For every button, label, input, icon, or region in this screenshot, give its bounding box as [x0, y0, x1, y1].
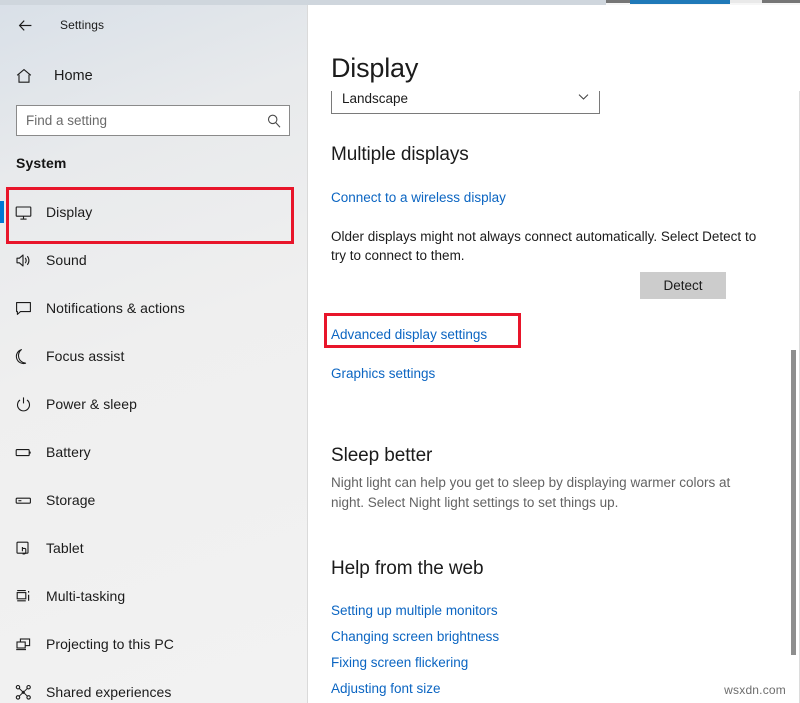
- detect-button[interactable]: Detect: [640, 272, 726, 299]
- sidebar-item-label: Shared experiences: [46, 684, 172, 700]
- sidebar-item-label: Display: [46, 204, 93, 220]
- power-icon: [0, 395, 46, 414]
- scrollbar-track[interactable]: [786, 5, 800, 703]
- link-advanced-display-settings[interactable]: Advanced display settings: [331, 327, 487, 342]
- sidebar-item-focus-assist[interactable]: Focus assist: [0, 332, 308, 380]
- sidebar-item-projecting[interactable]: Projecting to this PC: [0, 620, 308, 668]
- sidebar-item-storage[interactable]: Storage: [0, 476, 308, 524]
- link-connect-wireless-display[interactable]: Connect to a wireless display: [331, 190, 506, 205]
- back-arrow-icon: [18, 19, 31, 31]
- share-nodes-icon: [0, 683, 46, 702]
- desktop-strip-right: [762, 0, 800, 3]
- sidebar-item-label: Projecting to this PC: [46, 636, 174, 652]
- sidebar-item-label: Tablet: [46, 540, 84, 556]
- scrollable-panel: Landscape Display Multiple displays Conn…: [308, 5, 800, 703]
- sleep-better-description: Night light can help you get to sleep by…: [331, 475, 731, 510]
- sidebar-item-label: Focus assist: [46, 348, 125, 364]
- search-box[interactable]: [16, 105, 290, 136]
- moon-icon: [0, 347, 46, 366]
- settings-window: Settings Home Find a setting System Disp…: [0, 0, 800, 703]
- link-fixing-screen-flickering[interactable]: Fixing screen flickering: [331, 655, 468, 670]
- sidebar-header: Settings: [0, 5, 308, 45]
- desktop-strip-active-tab: [630, 0, 730, 4]
- sidebar-item-label: Sound: [46, 252, 87, 268]
- sidebar-group-title: System: [16, 155, 67, 171]
- sidebar-item-home[interactable]: Home: [0, 57, 300, 95]
- sidebar-item-label: Power & sleep: [46, 396, 137, 412]
- page-title: Display: [331, 53, 419, 85]
- tablet-touch-icon: [0, 539, 46, 558]
- sidebar-item-battery[interactable]: Battery: [0, 428, 308, 476]
- desktop-strip-segment-2: [730, 0, 762, 3]
- watermark: wsxdn.com: [724, 683, 786, 697]
- selection-indicator: [0, 201, 4, 223]
- link-adjusting-font-size[interactable]: Adjusting font size: [331, 681, 441, 696]
- sidebar-item-notifications[interactable]: Notifications & actions: [0, 284, 308, 332]
- section-heading-multiple-displays: Multiple displays: [331, 144, 469, 165]
- monitor-icon: [0, 203, 46, 222]
- sidebar-item-display[interactable]: Display: [0, 188, 308, 236]
- link-changing-screen-brightness[interactable]: Changing screen brightness: [331, 629, 499, 644]
- link-setting-up-multiple-monitors[interactable]: Setting up multiple monitors: [331, 603, 498, 618]
- home-icon: [2, 67, 46, 85]
- orientation-value: Landscape: [342, 90, 409, 106]
- sidebar-item-power-sleep[interactable]: Power & sleep: [0, 380, 308, 428]
- app-title: Settings: [60, 18, 105, 32]
- chevron-down-icon: [578, 93, 589, 103]
- project-screen-icon: [0, 635, 46, 654]
- sidebar-item-multitasking[interactable]: Multi-tasking: [0, 572, 308, 620]
- battery-icon: [0, 443, 46, 462]
- back-button[interactable]: [2, 9, 48, 41]
- section-heading-help-from-web: Help from the web: [331, 558, 484, 579]
- sidebar-item-tablet[interactable]: Tablet: [0, 524, 308, 572]
- sidebar-item-label-home: Home: [54, 68, 93, 84]
- sidebar-item-label: Battery: [46, 444, 91, 460]
- search-input[interactable]: [17, 113, 259, 128]
- speaker-icon: [0, 251, 46, 270]
- section-heading-sleep-better: Sleep better: [331, 445, 433, 466]
- sidebar-item-label: Storage: [46, 492, 96, 508]
- link-graphics-settings[interactable]: Graphics settings: [331, 366, 435, 381]
- chat-bubble-icon: [0, 299, 46, 318]
- scrollbar-thumb[interactable]: [791, 350, 796, 655]
- search-icon[interactable]: [259, 113, 289, 129]
- sidebar-item-sound[interactable]: Sound: [0, 236, 308, 284]
- drive-icon: [0, 491, 46, 510]
- sidebar-item-label: Notifications & actions: [46, 300, 185, 316]
- main-content: Landscape Display Multiple displays Conn…: [308, 5, 800, 703]
- sidebar-item-shared-experiences[interactable]: Shared experiences: [0, 668, 308, 703]
- sidebar-item-label: Multi-tasking: [46, 588, 126, 604]
- sidebar-nav-list: Display Sound Notifications & actions Fo…: [0, 188, 308, 703]
- settings-sidebar: Settings Home Find a setting System Disp…: [0, 5, 308, 703]
- multiple-displays-description: Older displays might not always connect …: [331, 229, 757, 263]
- multitask-icon: [0, 587, 46, 606]
